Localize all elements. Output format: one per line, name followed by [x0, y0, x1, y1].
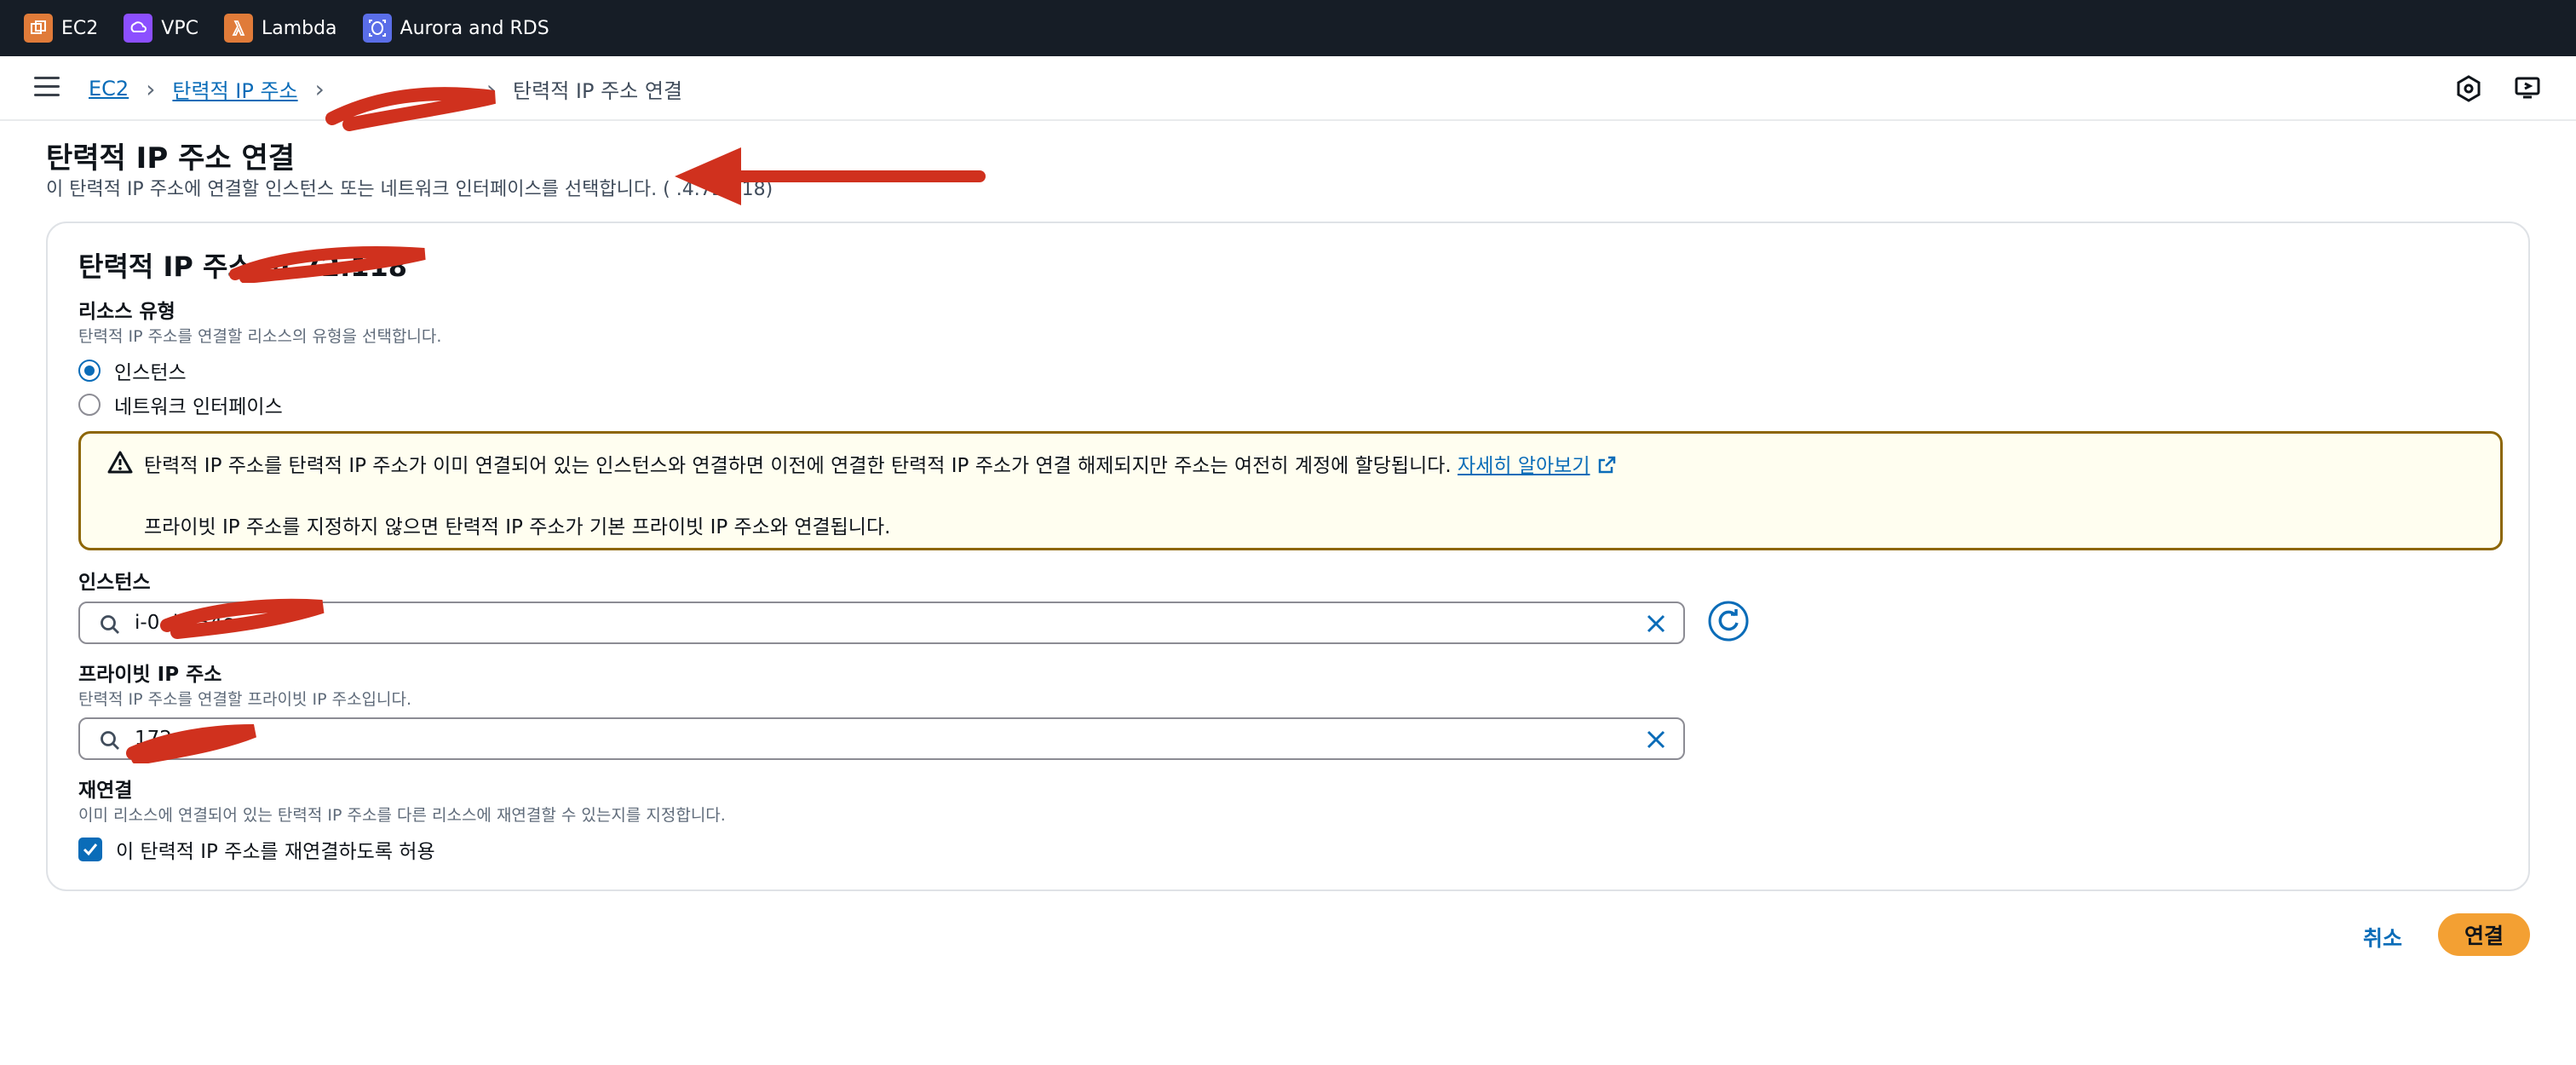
alert-line-2: 프라이빗 IP 주소를 지정하지 않으면 탄력적 IP 주소가 기본 프라이빗 … [144, 516, 891, 538]
private-ip-value: 172 .240 [135, 728, 222, 750]
top-favorites-bar: EC2 VPC Lambda Aurora and RDS [0, 0, 2576, 56]
radio-selected-icon[interactable] [78, 360, 101, 382]
favorite-lambda[interactable]: Lambda [223, 14, 337, 43]
allow-reassociation-checkbox[interactable]: 이 탄력적 IP 주소를 재연결하도록 허용 [78, 835, 435, 864]
private-ip-search-input[interactable]: 172 .240 [78, 717, 1685, 760]
associate-button[interactable]: 연결 [2438, 913, 2530, 956]
breadcrumb-current: 탄력적 IP 주소 연결 [513, 78, 683, 103]
refresh-icon[interactable] [1707, 600, 1750, 642]
favorite-ec2[interactable]: EC2 [24, 14, 98, 43]
chevron-right-icon: › [314, 74, 325, 103]
private-ip-description: 탄력적 IP 주소를 연결할 프라이빗 IP 주소입니다. [78, 690, 412, 709]
external-link-icon[interactable] [1596, 455, 1617, 475]
instance-label: 인스턴스 [78, 572, 151, 594]
ec2-icon [24, 14, 53, 43]
radio-label: 인스턴스 [114, 362, 187, 384]
help-panel-icon[interactable] [2513, 73, 2544, 104]
search-icon [101, 731, 119, 750]
clear-icon[interactable] [1644, 612, 1668, 636]
radio-label: 네트워크 인터페이스 [114, 396, 283, 418]
private-ip-label: 프라이빗 IP 주소 [78, 664, 222, 686]
favorite-label: Aurora and RDS [400, 17, 549, 39]
hamburger-menu-icon[interactable] [34, 77, 60, 99]
resource-type-label: 리소스 유형 [78, 301, 175, 323]
vpc-icon [124, 14, 153, 43]
resource-type-description: 탄력적 IP 주소를 연결할 리소스의 유형을 선택합니다. [78, 327, 442, 346]
search-icon [101, 615, 119, 634]
favorite-label: EC2 [61, 17, 99, 39]
instance-search-input[interactable]: i-0 df934c [78, 602, 1685, 644]
alert-line-1: 탄력적 IP 주소를 탄력적 IP 주소가 이미 연결되어 있는 인스턴스와 연… [144, 455, 1452, 477]
radio-network-interface[interactable]: 네트워크 인터페이스 [78, 390, 283, 419]
page-description: 이 탄력적 IP 주소에 연결할 인스턴스 또는 네트워크 인터페이스를 선택합… [46, 179, 773, 200]
breadcrumb: EC2 › 탄력적 IP 주소 › › 탄력적 IP 주소 연결 [89, 73, 682, 104]
cancel-button[interactable]: 취소 [2363, 922, 2402, 953]
warning-alert: 탄력적 IP 주소를 탄력적 IP 주소가 이미 연결되어 있는 인스턴스와 연… [78, 431, 2503, 550]
radio-unselected-icon[interactable] [78, 394, 101, 416]
favorite-vpc[interactable]: VPC [124, 14, 198, 43]
chevron-right-icon: › [146, 74, 156, 103]
radio-instance[interactable]: 인스턴스 [78, 356, 187, 385]
warning-icon [107, 451, 133, 474]
settings-hexagon-icon[interactable] [2453, 73, 2484, 104]
checkbox-label: 이 탄력적 IP 주소를 재연결하도록 허용 [116, 841, 435, 863]
reassociation-description: 이미 리소스에 연결되어 있는 탄력적 IP 주소를 다른 리소스에 재연결할 … [78, 806, 726, 825]
alert-text: 탄력적 IP 주소를 탄력적 IP 주소가 이미 연결되어 있는 인스턴스와 연… [144, 449, 1617, 478]
page-title: 탄력적 IP 주소 연결 [46, 141, 296, 176]
associate-elastic-ip-panel: 탄력적 IP 주소 .4.72.118 리소스 유형 탄력적 IP 주소를 연결… [46, 222, 2530, 891]
chevron-right-icon: › [486, 74, 497, 103]
rds-icon [362, 14, 392, 43]
breadcrumb-ec2[interactable]: EC2 [89, 77, 129, 101]
panel-title: 탄력적 IP 주소 .4.72.118 [78, 250, 408, 283]
learn-more-link[interactable]: 자세히 알아보기 [1458, 455, 1590, 477]
breadcrumb-bar: EC2 › 탄력적 IP 주소 › › 탄력적 IP 주소 연결 [0, 56, 2576, 121]
breadcrumb-elastic-ips[interactable]: 탄력적 IP 주소 [172, 74, 297, 104]
clear-icon[interactable] [1644, 728, 1668, 751]
checkbox-checked-icon[interactable] [78, 838, 102, 861]
instance-value: i-0 df934c [135, 612, 233, 634]
lambda-icon [223, 14, 253, 43]
reassociation-label: 재연결 [78, 780, 133, 802]
favorite-label: Lambda [261, 17, 337, 39]
favorite-aurora-rds[interactable]: Aurora and RDS [362, 14, 549, 43]
favorite-label: VPC [161, 17, 198, 39]
